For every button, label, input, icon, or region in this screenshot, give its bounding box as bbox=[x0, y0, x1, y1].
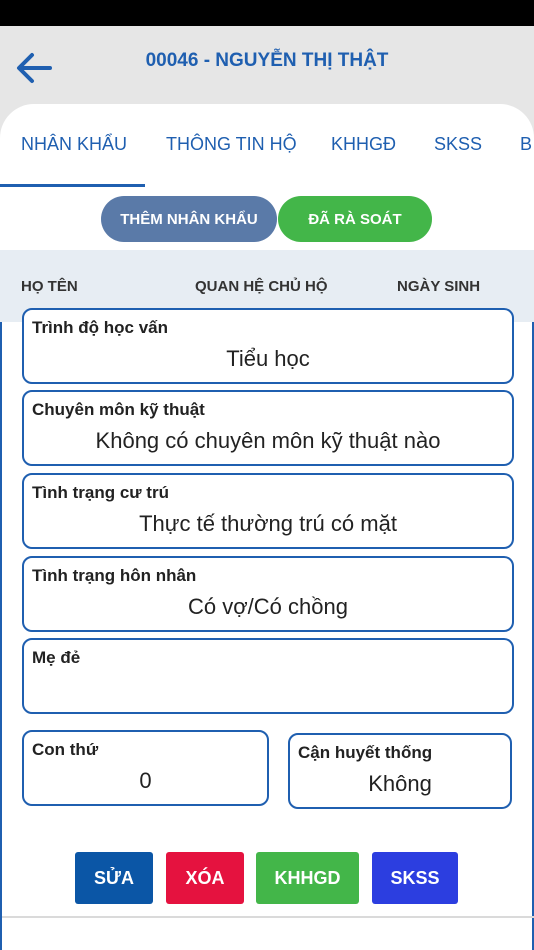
divider bbox=[2, 916, 534, 918]
consanguinity-value: Không bbox=[368, 771, 432, 796]
tab-skss[interactable]: SKSS bbox=[434, 134, 482, 155]
tab-khhgd[interactable]: KHHGĐ bbox=[331, 134, 396, 155]
mother-field[interactable]: Mẹ đẻ bbox=[22, 638, 514, 714]
back-arrow-icon[interactable] bbox=[14, 50, 54, 86]
consanguinity-label: Cận huyết thống bbox=[298, 743, 433, 762]
add-member-button[interactable]: THÊM NHÂN KHẨU bbox=[101, 196, 277, 242]
child-order-field[interactable]: Con thứ 0 bbox=[22, 730, 269, 806]
tab-bar: NHÂN KHẨU THÔNG TIN HỘ KHHGĐ SKSS B bbox=[0, 104, 534, 188]
mother-label: Mẹ đẻ bbox=[32, 648, 81, 667]
tab-nhan-khau[interactable]: NHÂN KHẨU bbox=[21, 134, 127, 155]
active-tab-indicator bbox=[0, 184, 145, 187]
reviewed-button[interactable]: ĐÃ RÀ SOÁT bbox=[278, 196, 432, 242]
tab-thong-tin-ho[interactable]: THÔNG TIN HỘ bbox=[166, 134, 297, 155]
edit-button[interactable]: SỬA bbox=[75, 852, 153, 904]
specialty-label: Chuyên môn kỹ thuật bbox=[32, 400, 205, 419]
content-card: NHÂN KHẨU THÔNG TIN HỘ KHHGĐ SKSS B THÊM… bbox=[0, 104, 534, 950]
status-bar bbox=[0, 0, 534, 26]
column-header-name: HỌ TÊN bbox=[21, 278, 78, 295]
education-label: Trình độ học vấn bbox=[32, 318, 169, 337]
column-header-birthdate: NGÀY SINH bbox=[397, 278, 481, 295]
marital-status-value: Có vợ/Có chồng bbox=[188, 594, 348, 619]
residence-field[interactable]: Tình trạng cư trú Thực tế thường trú có … bbox=[22, 473, 514, 549]
app-header: 00046 - NGUYỄN THỊ THẬT bbox=[0, 26, 534, 110]
specialty-field[interactable]: Chuyên môn kỹ thuật Không có chuyên môn … bbox=[22, 390, 514, 466]
specialty-value: Không có chuyên môn kỹ thuật nào bbox=[95, 428, 441, 453]
tab-more[interactable]: B bbox=[520, 134, 532, 155]
page-title: 00046 - NGUYỄN THỊ THẬT bbox=[145, 50, 389, 71]
marital-status-field[interactable]: Tình trạng hôn nhân Có vợ/Có chồng bbox=[22, 556, 514, 632]
consanguinity-field[interactable]: Cận huyết thống Không bbox=[288, 733, 512, 809]
residence-label: Tình trạng cư trú bbox=[32, 483, 169, 502]
marital-status-label: Tình trạng hôn nhân bbox=[32, 566, 197, 585]
education-value: Tiểu học bbox=[226, 346, 310, 371]
delete-button[interactable]: XÓA bbox=[166, 852, 244, 904]
skss-button[interactable]: SKSS bbox=[372, 852, 458, 904]
column-header-relation: QUAN HỆ CHỦ HỘ bbox=[195, 278, 328, 295]
child-order-value: 0 bbox=[139, 768, 152, 793]
education-field[interactable]: Trình độ học vấn Tiểu học bbox=[22, 308, 514, 384]
residence-value: Thực tế thường trú có mặt bbox=[139, 511, 397, 536]
child-order-label: Con thứ bbox=[32, 740, 99, 759]
khhgd-button[interactable]: KHHGD bbox=[256, 852, 359, 904]
